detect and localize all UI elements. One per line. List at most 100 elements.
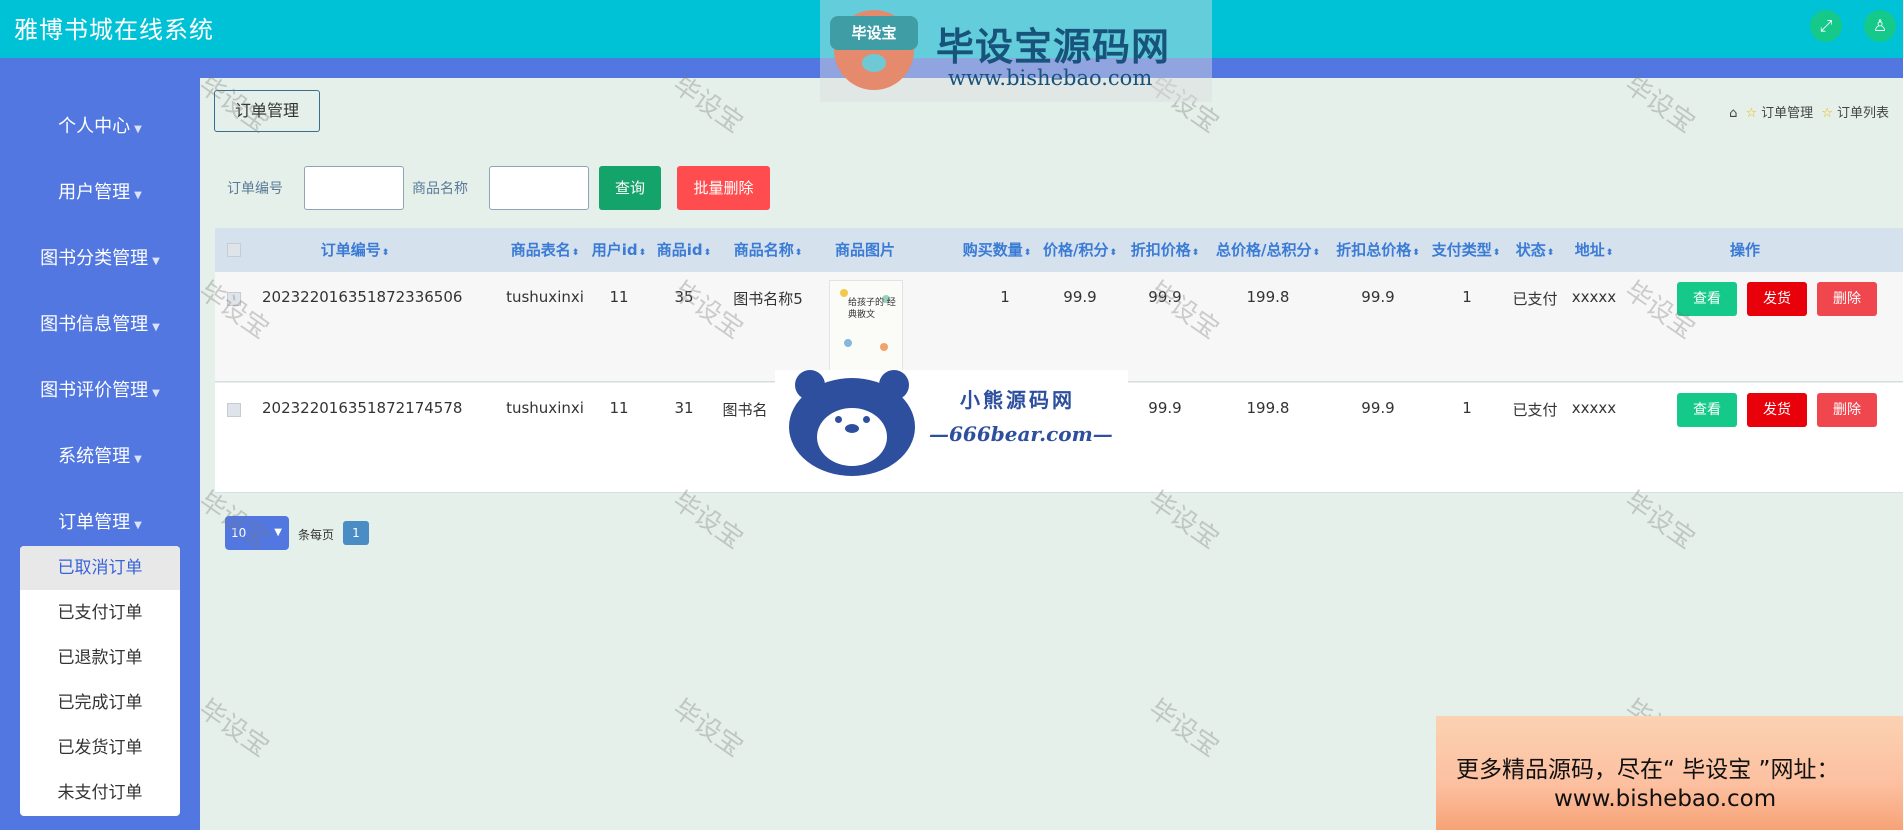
sort-icon: ⬍ [703, 248, 712, 258]
col-status[interactable]: 状态⬍ [1511, 228, 1559, 272]
col-discount-price[interactable]: 折扣价格⬍ [1121, 228, 1209, 272]
col-actions: 操作 [1729, 241, 1760, 259]
col-label: 商品id [656, 241, 703, 259]
per-page-label: 条每页 [298, 528, 335, 542]
delete-button[interactable]: 删除 [1817, 282, 1877, 316]
col-table-name[interactable]: 商品表名⬍ [500, 228, 590, 272]
decor-dot [844, 339, 852, 347]
sidebar-item-system[interactable]: 系统管理 ▼ [0, 437, 200, 477]
col-label: 折扣总价格 [1336, 241, 1412, 259]
fullscreen-icon[interactable]: ⤢ [1810, 10, 1842, 42]
cell-order-no: 202322016351872174578 [262, 399, 463, 417]
page-number-current[interactable]: 1 [343, 521, 369, 545]
sort-icon: ⬍ [571, 248, 580, 258]
sidebar-item-book-review[interactable]: 图书评价管理 ▼ [0, 371, 200, 411]
ship-button[interactable]: 发货 [1747, 282, 1807, 316]
submenu-item-completed[interactable]: 已完成订单 [20, 681, 180, 725]
row-checkbox[interactable] [227, 292, 241, 306]
col-label: 支付类型 [1431, 241, 1492, 259]
page-size-select[interactable]: 10 ▼ [225, 516, 289, 550]
table-row: 202322016351872336506 tushuxinxi 11 35 图… [215, 272, 1903, 382]
goods-image[interactable]: 给孩子的 经典散文 [829, 280, 903, 374]
home-icon[interactable]: ⌂ [1729, 106, 1737, 121]
col-qty[interactable]: 购买数量⬍ [949, 228, 1045, 272]
table-header: 订单编号⬍ 商品表名⬍ 用户id⬍ 商品id⬍ 商品名称⬍ 商品图片 购买数量⬍… [215, 228, 1903, 272]
search-button[interactable]: 查询 [599, 166, 661, 210]
delete-button[interactable]: 删除 [1817, 393, 1877, 427]
cell-status: 已支付 [1512, 290, 1558, 308]
sidebar-item-personal-center[interactable]: 个人中心 ▼ [0, 107, 200, 147]
chevron-down-icon: ▼ [134, 190, 142, 201]
sidebar-item-label: 订单管理 [58, 512, 131, 533]
col-label: 购买数量 [962, 241, 1023, 259]
col-total[interactable]: 总价格/总积分⬍ [1209, 228, 1327, 272]
orders-submenu: 已取消订单 已支付订单 已退款订单 已完成订单 已发货订单 未支付订单 [20, 546, 180, 816]
page-tag[interactable]: 订单管理 [214, 90, 320, 132]
sidebar-item-book-category[interactable]: 图书分类管理 ▼ [0, 239, 200, 279]
logo-badge-text: 毕设宝 [830, 16, 918, 50]
breadcrumb-level2: 订单列表 [1836, 106, 1889, 121]
col-goods-id[interactable]: 商品id⬍ [653, 228, 715, 272]
bear-muzzle [817, 408, 887, 466]
sort-icon: ⬍ [1412, 248, 1420, 258]
select-all-checkbox[interactable] [227, 243, 241, 257]
cell-address: xxxxx [1571, 399, 1617, 417]
row-checkbox[interactable] [227, 403, 241, 417]
view-button[interactable]: 查看 [1677, 393, 1737, 427]
goods-name-input[interactable] [489, 166, 589, 210]
star-icon: ☆ [1821, 106, 1833, 121]
decor-dot [840, 289, 848, 297]
col-discount-total[interactable]: 折扣总价格⬍ [1330, 228, 1426, 272]
chevron-down-icon: ▼ [274, 527, 282, 538]
bear-eye [863, 416, 870, 423]
batch-delete-button[interactable]: 批量删除 [677, 166, 770, 210]
logo-text: 毕设宝源码网 [936, 25, 1171, 69]
sort-icon: ⬍ [638, 248, 647, 258]
col-pay-type[interactable]: 支付类型⬍ [1427, 228, 1505, 272]
breadcrumb-level1[interactable]: 订单管理 [1761, 106, 1813, 121]
col-order-no[interactable]: 订单编号⬍ [265, 228, 445, 272]
view-button[interactable]: 查看 [1677, 282, 1737, 316]
submenu-item-cancelled[interactable]: 已取消订单 [20, 546, 180, 590]
order-no-label: 订单编号 [227, 181, 283, 197]
sidebar-item-orders[interactable]: 订单管理 ▼ [0, 503, 200, 543]
col-label: 总价格/总积分 [1215, 241, 1312, 259]
promo-line2: www.bishebao.com [1554, 786, 1777, 812]
cell-goods-id: 35 [674, 288, 694, 306]
col-address[interactable]: 地址⬍ [1570, 228, 1618, 272]
sidebar-item-user-management[interactable]: 用户管理 ▼ [0, 173, 200, 213]
sidebar-item-label: 图书分类管理 [40, 248, 149, 269]
submenu-item-refunded[interactable]: 已退款订单 [20, 636, 180, 680]
submenu-item-unpaid[interactable]: 未支付订单 [20, 771, 180, 815]
star-icon: ☆ [1745, 106, 1758, 121]
cell-qty: 1 [1000, 288, 1010, 306]
user-icon[interactable]: ♙ [1864, 10, 1896, 42]
submenu-item-paid[interactable]: 已支付订单 [20, 591, 180, 635]
col-label: 折扣价格 [1130, 241, 1191, 259]
col-price[interactable]: 价格/积分⬍ [1035, 228, 1125, 272]
col-user-id[interactable]: 用户id⬍ [588, 228, 650, 272]
cell-total: 199.8 [1246, 288, 1290, 306]
cell-user-id: 11 [609, 399, 629, 417]
col-label: 订单编号 [320, 241, 381, 259]
logo-url: www.bishebao.com [948, 66, 1153, 90]
submenu-item-shipped[interactable]: 已发货订单 [20, 726, 180, 770]
col-goods-name[interactable]: 商品名称⬍ [720, 228, 816, 272]
sort-icon: ⬍ [381, 248, 390, 258]
sort-icon: ⬍ [1109, 248, 1118, 258]
ship-button[interactable]: 发货 [1747, 393, 1807, 427]
sidebar-item-book-info[interactable]: 图书信息管理 ▼ [0, 305, 200, 345]
cell-table-name: tushuxinxi [506, 288, 584, 306]
sort-icon: ⬍ [1191, 248, 1200, 258]
sidebar-item-label: 系统管理 [58, 446, 131, 467]
cell-discount-price: 99.9 [1148, 399, 1182, 417]
sort-icon: ⬍ [1546, 248, 1555, 258]
cell-user-id: 11 [609, 288, 629, 306]
bishebao-logo-watermark: 毕设宝 毕设宝源码网 www.bishebao.com [820, 0, 1212, 102]
image-title: 给孩子的 经典散文 [848, 298, 896, 320]
chevron-down-icon: ▼ [152, 322, 160, 333]
promo-banner: 更多精品源码，尽在“ 毕设宝 ”网址： www.bishebao.com [1436, 716, 1903, 830]
order-no-input[interactable] [304, 166, 404, 210]
cell-pay-type: 1 [1462, 399, 1472, 417]
breadcrumb: ⌂ ☆ 订单管理 ☆ 订单列表 [1725, 102, 1889, 121]
